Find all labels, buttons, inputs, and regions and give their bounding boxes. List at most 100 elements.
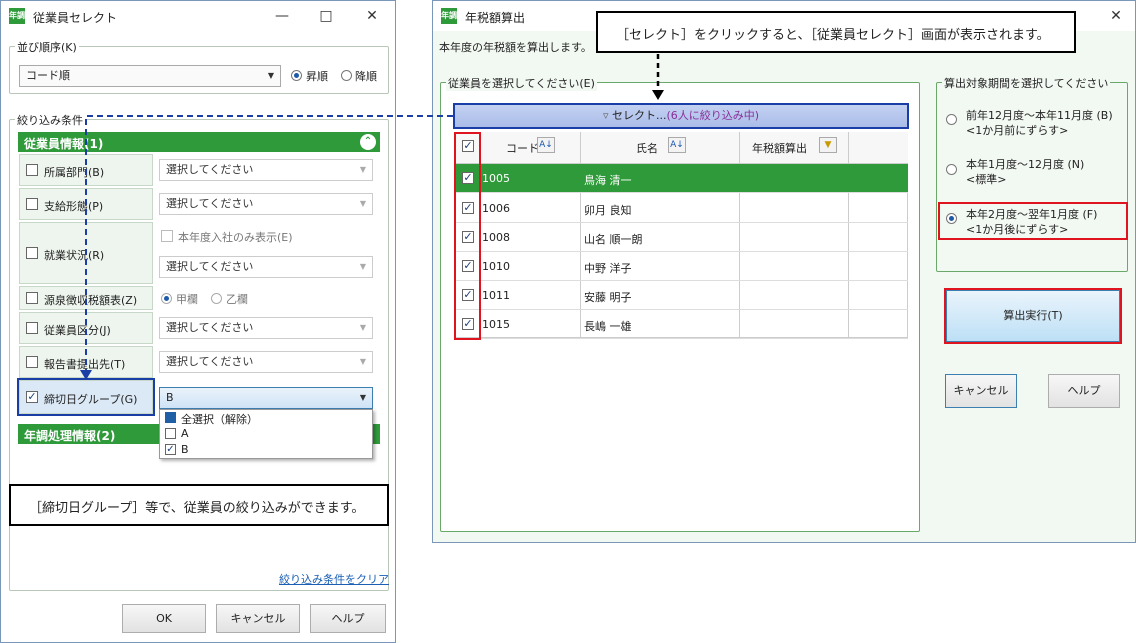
sort-code-icon[interactable]: A↓ — [537, 137, 555, 153]
a-label: A — [181, 427, 189, 440]
period-prev-line2: <1か月前にずらす> — [966, 124, 1069, 137]
table-row[interactable]: ✓ 1005 鳥海 清一 — [454, 164, 908, 193]
table-row[interactable]: ✓ 1006 卯月 良知 — [454, 194, 908, 223]
chevron-down-icon: ▼ — [359, 357, 366, 366]
table-row[interactable]: ✓ 1011 安藤 明子 — [454, 281, 908, 310]
emp-category-row-label-cell: 従業員区分(J) — [19, 312, 153, 344]
period-standard-radio[interactable] — [946, 164, 957, 175]
work-status-select[interactable]: 選択してください ▼ — [159, 256, 373, 278]
row-code: 1010 — [482, 260, 510, 273]
cancel-button[interactable]: キャンセル — [216, 604, 300, 633]
chevron-down-icon: ▼ — [359, 262, 366, 271]
col-code-header: コード — [506, 142, 539, 155]
dropdown-item-a[interactable]: A — [160, 427, 372, 442]
tax-table-checkbox[interactable] — [26, 292, 38, 304]
collapse-icon[interactable]: ⌃ — [360, 134, 376, 150]
row-code: 1011 — [482, 289, 510, 302]
row-name: 長嶋 一雄 — [584, 320, 632, 333]
pay-type-checkbox[interactable] — [26, 198, 38, 210]
top-callout: ［セレクト］をクリックすると、［従業員セレクト］画面が表示されます。 — [596, 11, 1076, 53]
dept-label: 所属部門(B) — [44, 166, 105, 179]
close-icon[interactable]: ✕ — [357, 5, 387, 27]
asc-radio[interactable] — [291, 70, 302, 81]
report-dest-select-value: 選択してください — [166, 355, 254, 368]
row-code: 1006 — [482, 202, 510, 215]
help-button[interactable]: ヘルプ — [310, 604, 386, 633]
period-prev-line1: 前年12月度～本年11月度 (B) — [966, 109, 1113, 122]
emp-category-select[interactable]: 選択してください ▼ — [159, 317, 373, 339]
otsu-radio[interactable] — [211, 293, 222, 304]
new-hire-only-checkbox[interactable] — [161, 230, 173, 242]
work-status-row-label-cell: 就業状況(R) — [19, 222, 153, 284]
period-prev-radio[interactable] — [946, 114, 957, 125]
right-cancel-button[interactable]: キャンセル — [945, 374, 1017, 408]
adj-info-header-label: 年調処理情報(2) — [24, 429, 116, 443]
sort-group-label: 並び順序(K) — [15, 39, 79, 55]
kou-label: 甲欄 — [176, 293, 198, 306]
pay-type-select[interactable]: 選択してください ▼ — [159, 193, 373, 215]
tax-table-row-label-cell: 源泉徴収税額表(Z) — [19, 286, 153, 310]
chevron-down-icon: ▼ — [359, 393, 366, 402]
pay-type-select-value: 選択してください — [166, 197, 254, 210]
report-dest-label: 報告書提出先(T) — [44, 358, 126, 371]
chevron-down-icon: ▼ — [267, 71, 274, 80]
table-row[interactable]: ✓ 1015 長嶋 一雄 — [454, 310, 908, 339]
row-code: 1015 — [482, 318, 510, 331]
chevron-down-icon: ▼ — [359, 199, 366, 208]
emp-category-select-value: 選択してください — [166, 321, 254, 334]
close-icon[interactable]: ✕ — [1101, 5, 1131, 27]
pay-type-row-label-cell: 支給形態(P) — [19, 188, 153, 220]
cutoff-group-dropdown: 全選択（解除） A ✓ B — [159, 409, 373, 459]
period-standard-line2: <標準> — [966, 173, 1007, 186]
dept-select-value: 選択してください — [166, 163, 254, 176]
dept-checkbox[interactable] — [26, 164, 38, 176]
kou-radio[interactable] — [161, 293, 172, 304]
bottom-callout-text: ［締切日グループ］等で、従業員の絞り込みができます。 — [29, 501, 365, 516]
report-dest-select[interactable]: 選択してください ▼ — [159, 351, 373, 373]
minimize-icon[interactable]: — — [267, 5, 297, 27]
bottom-callout: ［締切日グループ］等で、従業員の絞り込みができます。 — [9, 484, 389, 526]
tax-filter-icon[interactable]: ▼ — [819, 137, 837, 153]
dropdown-item-b[interactable]: ✓ B — [160, 443, 372, 458]
emp-info-header[interactable]: 従業員情報(1) ⌃ — [18, 132, 380, 152]
dept-select[interactable]: 選択してください ▼ — [159, 159, 373, 181]
title-bar: 年調 従業員セレクト — □ ✕ — [1, 1, 395, 31]
ok-button[interactable]: OK — [122, 604, 206, 633]
sort-select-value: コード順 — [26, 69, 70, 82]
table-row[interactable]: ✓ 1008 山名 順一朗 — [454, 223, 908, 252]
work-status-select-value: 選択してください — [166, 260, 254, 273]
row-name: 中野 洋子 — [584, 262, 632, 275]
cutoff-group-select[interactable]: B ▼ — [159, 387, 373, 409]
work-status-label: 就業状況(R) — [44, 249, 105, 262]
description: 本年度の年税額を算出します。 — [439, 41, 592, 54]
sort-select[interactable]: コード順 ▼ — [19, 65, 281, 87]
work-status-checkbox[interactable] — [26, 247, 38, 259]
emp-category-checkbox[interactable] — [26, 322, 38, 334]
new-hire-only-label: 本年度入社のみ表示(E) — [178, 231, 293, 244]
row-code: 1008 — [482, 231, 510, 244]
row-code: 1005 — [482, 172, 510, 185]
sort-name-icon[interactable]: A↓ — [668, 137, 686, 153]
desc-radio[interactable] — [341, 70, 352, 81]
right-help-button[interactable]: ヘルプ — [1048, 374, 1120, 408]
checkbox-column-highlight — [454, 132, 481, 340]
table-row[interactable]: ✓ 1010 中野 洋子 — [454, 252, 908, 281]
emp-category-label: 従業員区分(J) — [44, 324, 111, 337]
top-callout-text: ［セレクト］をクリックすると、［従業員セレクト］画面が表示されます。 — [616, 28, 1050, 43]
b-label: B — [181, 443, 189, 456]
maximize-icon[interactable]: □ — [311, 5, 341, 27]
select-all-label: 全選択（解除） — [181, 413, 258, 426]
b-checkbox[interactable]: ✓ — [165, 444, 176, 455]
period-next-highlight — [938, 202, 1128, 240]
report-dest-row-label-cell: 報告書提出先(T) — [19, 346, 153, 378]
emp-info-header-label: 従業員情報(1) — [24, 137, 104, 151]
dropdown-item-select-all[interactable]: 全選択（解除） — [160, 411, 372, 426]
report-dest-checkbox[interactable] — [26, 356, 38, 368]
select-all-checkbox[interactable] — [165, 412, 176, 423]
col-tax-header: 年税額算出 — [752, 142, 807, 155]
row-name: 山名 順一朗 — [584, 233, 643, 246]
a-checkbox[interactable] — [165, 428, 176, 439]
chevron-down-icon: ▼ — [359, 323, 366, 332]
right-window-title: 年税額算出 — [465, 11, 526, 25]
clear-filter-link[interactable]: 絞り込み条件をクリア — [279, 571, 389, 587]
